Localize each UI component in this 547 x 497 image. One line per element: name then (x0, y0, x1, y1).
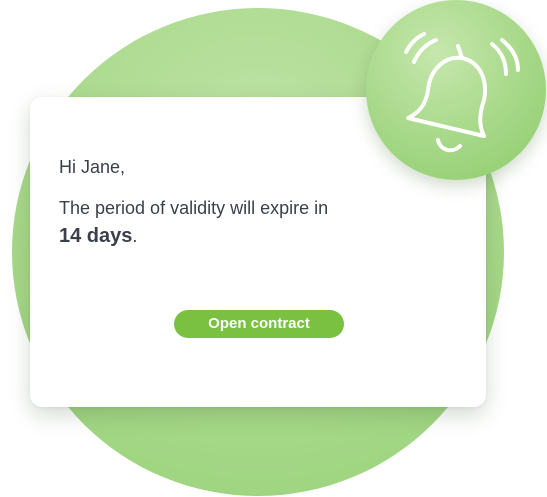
expiry-message-prefix: The period of validity will expire in (59, 198, 329, 218)
expiry-message: The period of validity will expire in 14… (59, 194, 419, 250)
greeting-text: Hi Jane, (59, 157, 126, 177)
bell-badge (366, 0, 546, 180)
bell-icon (404, 32, 520, 153)
expiry-days: 14 days (59, 225, 133, 247)
open-contract-button[interactable]: Open contract (174, 310, 344, 338)
expiry-message-suffix: . (132, 226, 138, 246)
notification-illustration: Hi Jane, The period of validity will exp… (0, 0, 547, 497)
